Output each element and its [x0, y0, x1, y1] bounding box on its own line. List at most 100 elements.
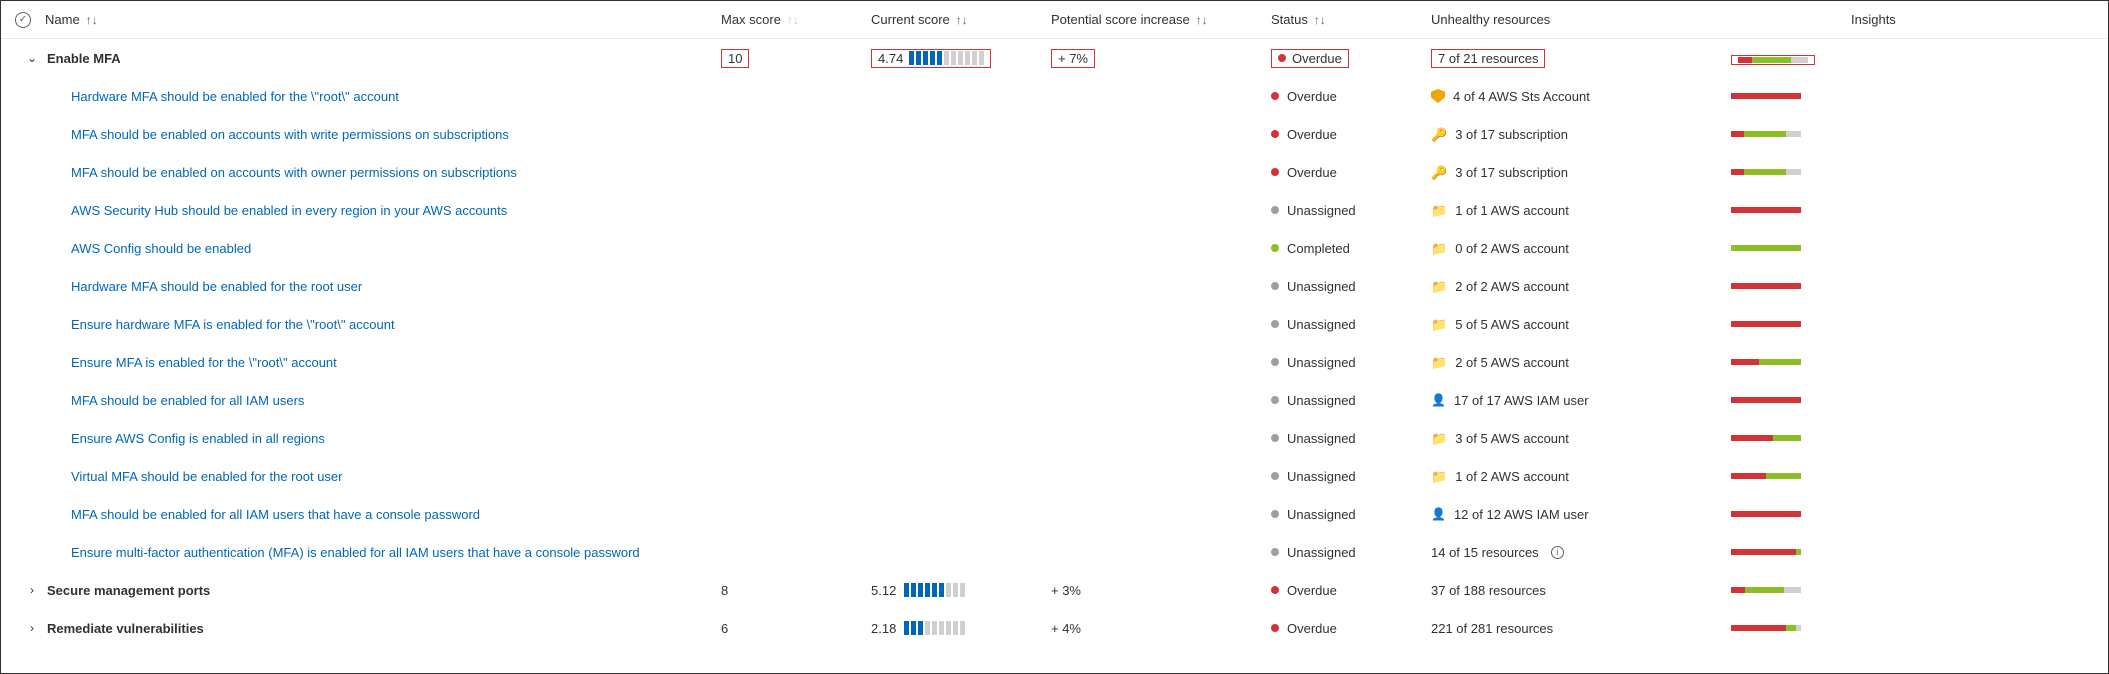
col-status[interactable]: Status ↑↓ [1271, 12, 1431, 27]
iam-user-icon: 👤 [1431, 394, 1446, 406]
recommendation-row[interactable]: Ensure multi-factor authentication (MFA)… [1, 533, 2108, 571]
recommendation-link[interactable]: MFA should be enabled on accounts with w… [71, 127, 509, 142]
health-bar [1731, 93, 1801, 99]
max-score: 8 [721, 583, 871, 598]
group-name: Remediate vulnerabilities [47, 621, 204, 636]
group-name: Enable MFA [47, 51, 121, 66]
col-potential[interactable]: Potential score increase ↑↓ [1051, 12, 1271, 27]
col-currentscore[interactable]: Current score ↑↓ [871, 12, 1051, 27]
group-row[interactable]: ⌄ Enable MFA 10 4.74 + 7% Overdue 7 of 2… [1, 39, 2108, 77]
sort-icon[interactable]: ↑↓ [956, 13, 968, 27]
unhealthy-resources: 🔑3 of 17 subscription [1431, 165, 1731, 180]
score-segbar [904, 583, 965, 597]
shield-icon [1431, 89, 1445, 103]
status-dot-icon [1271, 434, 1279, 442]
status: Completed [1271, 241, 1431, 256]
status-dot-icon [1271, 320, 1279, 328]
recommendation-link[interactable]: Ensure AWS Config is enabled in all regi… [71, 431, 325, 446]
info-icon[interactable]: i [1551, 546, 1564, 559]
chevron-right-icon[interactable]: › [25, 621, 39, 635]
status: Unassigned [1271, 393, 1431, 408]
recommendation-row[interactable]: MFA should be enabled on accounts with w… [1, 115, 2108, 153]
recommendation-link[interactable]: Virtual MFA should be enabled for the ro… [71, 469, 342, 484]
unhealthy-resources: 221 of 281 resources [1431, 621, 1731, 636]
recommendation-link[interactable]: Ensure MFA is enabled for the \"root\" a… [71, 355, 337, 370]
health-bar [1731, 245, 1801, 251]
status: Overdue [1271, 49, 1431, 68]
recommendation-row[interactable]: Ensure hardware MFA is enabled for the \… [1, 305, 2108, 343]
status: Unassigned [1271, 355, 1431, 370]
status: Overdue [1271, 127, 1431, 142]
health-bar [1731, 435, 1801, 441]
key-icon: 🔑 [1431, 166, 1447, 179]
col-insights[interactable]: Insights [1851, 12, 2090, 27]
unhealthy-resources: 4 of 4 AWS Sts Account [1431, 89, 1731, 104]
key-icon: 🔑 [1431, 128, 1447, 141]
unhealthy-resources: 📁3 of 5 AWS account [1431, 431, 1731, 446]
folder-icon: 📁 [1431, 432, 1447, 445]
group-row[interactable]: › Secure management ports 8 5.12 + 3% Ov… [1, 571, 2108, 609]
health-bar [1731, 397, 1801, 403]
health-bar [1731, 359, 1801, 365]
recommendation-row[interactable]: AWS Security Hub should be enabled in ev… [1, 191, 2108, 229]
health-bar [1731, 587, 1801, 593]
health-bar-cell [1731, 51, 1851, 66]
status: Unassigned [1271, 545, 1431, 560]
recommendation-row[interactable]: MFA should be enabled on accounts with o… [1, 153, 2108, 191]
recommendations-table[interactable]: ✓ Name ↑↓ Max score ↑↓ Current score ↑↓ … [1, 1, 2108, 673]
sort-icon[interactable]: ↑↓ [787, 13, 799, 27]
health-bar [1731, 511, 1801, 517]
recommendation-row[interactable]: Virtual MFA should be enabled for the ro… [1, 457, 2108, 495]
unhealthy-resources: 👤17 of 17 AWS IAM user [1431, 393, 1731, 408]
recommendation-row[interactable]: MFA should be enabled for all IAM users … [1, 381, 2108, 419]
group-row[interactable]: › Remediate vulnerabilities 6 2.18 + 4% … [1, 609, 2108, 647]
health-bar [1731, 169, 1801, 175]
col-unhealthy[interactable]: Unhealthy resources [1431, 12, 1731, 27]
recommendation-row[interactable]: AWS Config should be enabled Completed 📁… [1, 229, 2108, 267]
recommendation-link[interactable]: Hardware MFA should be enabled for the \… [71, 89, 399, 104]
chevron-down-icon[interactable]: ⌄ [25, 51, 39, 65]
col-name[interactable]: ✓ Name ↑↓ [1, 12, 721, 28]
col-maxscore[interactable]: Max score ↑↓ [721, 12, 871, 27]
recommendation-row[interactable]: Hardware MFA should be enabled for the \… [1, 77, 2108, 115]
recommendation-row[interactable]: MFA should be enabled for all IAM users … [1, 495, 2108, 533]
recommendation-row[interactable]: Hardware MFA should be enabled for the r… [1, 267, 2108, 305]
health-bar-cell [1731, 283, 1851, 289]
sort-icon[interactable]: ↑↓ [1196, 13, 1208, 27]
health-bar [1731, 131, 1801, 137]
name-header-label: Name [45, 12, 80, 27]
score-segbar [904, 621, 965, 635]
status: Overdue [1271, 621, 1431, 636]
recommendation-link[interactable]: Hardware MFA should be enabled for the r… [71, 279, 362, 294]
sort-icon[interactable]: ↑↓ [86, 13, 98, 27]
recommendation-link[interactable]: MFA should be enabled for all IAM users … [71, 507, 480, 522]
recommendation-link[interactable]: AWS Config should be enabled [71, 241, 251, 256]
health-bar [1731, 321, 1801, 327]
current-score: 5.12 [871, 583, 1051, 598]
recommendation-row[interactable]: Ensure AWS Config is enabled in all regi… [1, 419, 2108, 457]
status: Unassigned [1271, 279, 1431, 294]
max-score: 6 [721, 621, 871, 636]
recommendation-row[interactable]: Ensure MFA is enabled for the \"root\" a… [1, 343, 2108, 381]
status: Unassigned [1271, 203, 1431, 218]
recommendation-link[interactable]: MFA should be enabled for all IAM users [71, 393, 304, 408]
health-bar [1731, 283, 1801, 289]
recommendation-link[interactable]: MFA should be enabled on accounts with o… [71, 165, 517, 180]
recommendation-link[interactable]: Ensure hardware MFA is enabled for the \… [71, 317, 395, 332]
current-score: 4.74 [871, 49, 1051, 68]
sort-icon[interactable]: ↑↓ [1314, 13, 1326, 27]
recommendation-link[interactable]: Ensure multi-factor authentication (MFA)… [71, 545, 640, 560]
unhealthy-resources: 37 of 188 resources [1431, 583, 1731, 598]
unhealthy-resources: 📁2 of 5 AWS account [1431, 355, 1731, 370]
potential-increase: + 4% [1051, 621, 1271, 636]
current-score: 2.18 [871, 621, 1051, 636]
status-dot-icon [1271, 244, 1279, 252]
recommendation-link[interactable]: AWS Security Hub should be enabled in ev… [71, 203, 507, 218]
potential-increase: + 3% [1051, 583, 1271, 598]
select-all-icon[interactable]: ✓ [15, 12, 31, 28]
status: Overdue [1271, 583, 1431, 598]
chevron-right-icon[interactable]: › [25, 583, 39, 597]
health-bar-cell [1731, 511, 1851, 517]
status-dot-icon [1271, 472, 1279, 480]
health-bar-cell [1731, 321, 1851, 327]
